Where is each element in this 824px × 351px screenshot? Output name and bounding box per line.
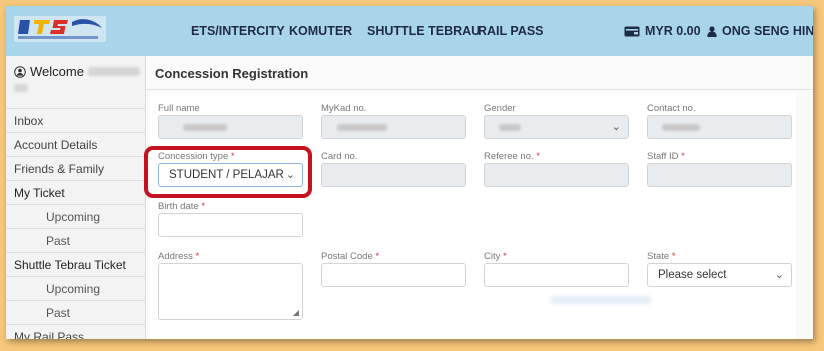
wallet-balance[interactable]: MYR 0.00: [624, 24, 701, 38]
resize-handle-icon[interactable]: ◢: [293, 308, 299, 317]
full-name-label: Full name: [158, 103, 200, 114]
welcome-name-redacted: [87, 67, 140, 76]
staff-id-field[interactable]: [647, 163, 792, 187]
top-nav: ETS/INTERCITY KOMUTER SHUTTLE TEBRAU RAI…: [6, 6, 813, 56]
welcome-label: Welcome: [30, 64, 84, 79]
welcome-name-redacted-2: [14, 84, 28, 92]
user-circle-icon: [14, 65, 26, 78]
gender-redacted: [499, 124, 521, 131]
kts-logo[interactable]: [14, 16, 106, 42]
page-title: Concession Registration: [146, 56, 813, 90]
gender-label: Gender: [484, 103, 516, 114]
card-no-label: Card no.: [321, 151, 358, 162]
wallet-icon: [624, 26, 640, 36]
state-label: State *: [647, 251, 676, 262]
nav-link-rail-pass[interactable]: RAIL PASS: [478, 24, 544, 38]
nav-link-komuter[interactable]: KOMUTER: [289, 24, 352, 38]
sidebar-item-shuttle-tebrau-ticket[interactable]: Shuttle Tebrau Ticket: [6, 252, 146, 277]
birth-date-field[interactable]: [158, 213, 303, 237]
birth-date-label: Birth date *: [158, 201, 206, 212]
user-menu[interactable]: ONG SENG HIN: [707, 24, 813, 38]
mykad-label: MyKad no.: [321, 103, 367, 114]
referee-no-label: Referee no. *: [484, 151, 540, 162]
sidebar-item-shuttle-past[interactable]: Past: [6, 300, 146, 325]
address-label: Address *: [158, 251, 200, 262]
city-field[interactable]: [484, 263, 629, 287]
sidebar-item-my-ticket-past[interactable]: Past: [6, 228, 146, 253]
staff-id-label: Staff ID *: [647, 151, 685, 162]
welcome-message: Welcome: [14, 64, 140, 79]
chevron-down-icon: ⌄: [774, 269, 784, 281]
contact-field[interactable]: [647, 115, 792, 139]
full-name-redacted: [183, 124, 227, 131]
concession-type-highlight: [144, 146, 312, 198]
chevron-down-icon: ⌄: [611, 121, 621, 133]
sidebar-item-shuttle-upcoming[interactable]: Upcoming: [6, 276, 146, 301]
sidebar: Welcome Inbox Account Details Friends & …: [6, 56, 146, 339]
nav-link-shuttle-tebrau[interactable]: SHUTTLE TEBRAU: [367, 24, 480, 38]
full-name-field[interactable]: [158, 115, 303, 139]
referee-no-field[interactable]: [484, 163, 629, 187]
user-name: ONG SENG HIN: [722, 24, 813, 38]
sidebar-item-inbox[interactable]: Inbox: [6, 108, 146, 133]
mykad-field[interactable]: [321, 115, 466, 139]
app-window: ETS/INTERCITY KOMUTER SHUTTLE TEBRAU RAI…: [6, 6, 813, 339]
balance-amount: MYR 0.00: [645, 24, 701, 38]
sidebar-item-my-rail-pass[interactable]: My Rail Pass: [6, 324, 146, 339]
mykad-redacted: [337, 124, 387, 131]
nav-link-ets-intercity[interactable]: ETS/INTERCITY: [191, 24, 285, 38]
user-icon: [707, 25, 717, 37]
postal-code-label: Postal Code *: [321, 251, 380, 262]
contact-label: Contact no.: [647, 103, 696, 114]
card-no-field[interactable]: [321, 163, 466, 187]
state-value: Please select: [658, 269, 727, 281]
concession-form: Full name MyKad no. Gender ⌄ Contact no.…: [150, 92, 796, 339]
sidebar-item-account-details[interactable]: Account Details: [6, 132, 146, 157]
contact-redacted: [662, 124, 700, 131]
gender-select[interactable]: ⌄: [484, 115, 629, 139]
state-select[interactable]: Please select ⌄: [647, 263, 792, 287]
sidebar-item-friends-family[interactable]: Friends & Family: [6, 156, 146, 181]
address-textarea[interactable]: ◢: [158, 263, 303, 320]
postal-code-field[interactable]: [321, 263, 466, 287]
city-label: City *: [484, 251, 507, 262]
sidebar-item-my-ticket-upcoming[interactable]: Upcoming: [6, 204, 146, 229]
sidebar-item-my-ticket[interactable]: My Ticket: [6, 180, 146, 205]
faded-watermark: [551, 296, 651, 304]
